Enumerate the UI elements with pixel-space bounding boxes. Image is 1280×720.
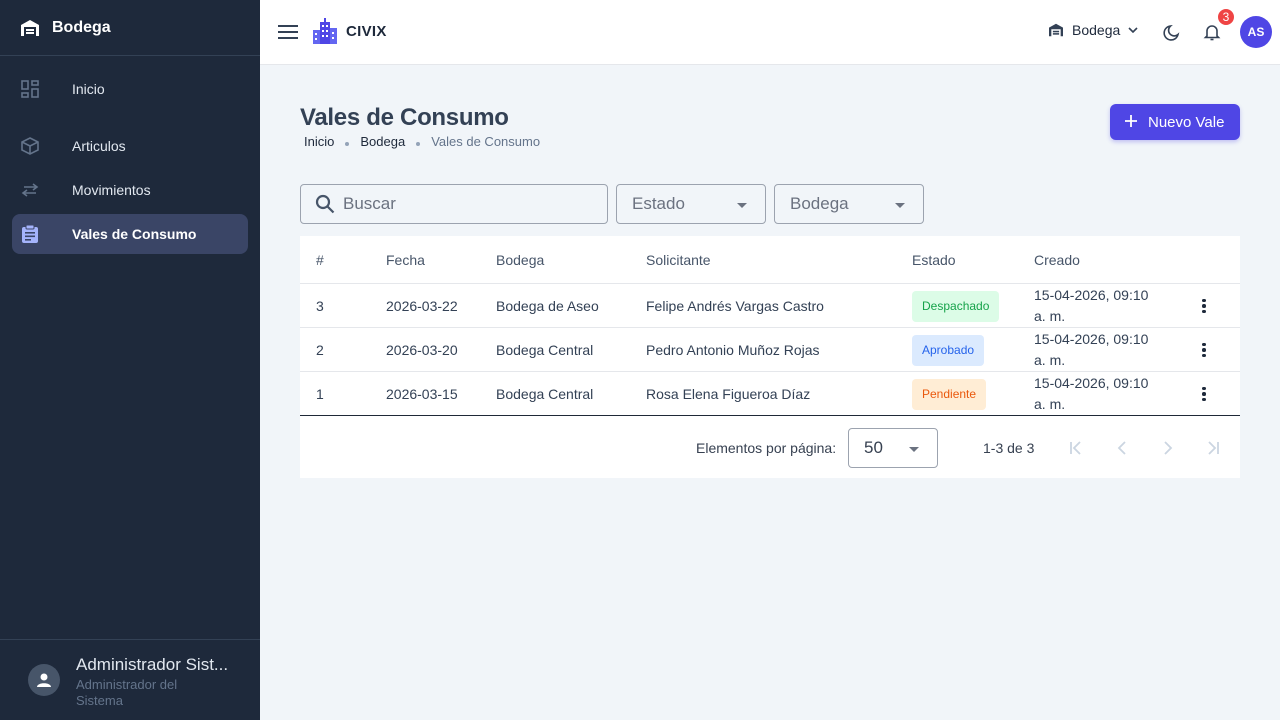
search-field[interactable] [300,184,608,224]
new-vale-button[interactable]: Nuevo Vale [1110,104,1240,140]
cell-creado: 15-04-2026, 09:10 a. m. [1034,331,1149,368]
next-page-icon[interactable] [1158,438,1178,458]
sidebar-item-label: Articulos [72,138,126,154]
paginator: Elementos por página: 50 1-3 de 3 [300,416,1240,478]
context-label: Bodega [1072,22,1121,38]
sidebar-item-articulos[interactable]: Articulos [12,126,248,166]
breadcrumb: Inicio Bodega Vales de Consumo [304,134,540,149]
dropdown-arrow-icon [737,203,747,208]
warehouse-icon [1048,23,1064,37]
warehouse-icon [20,19,40,37]
vales-table: # Fecha Bodega Solicitante Estado Creado… [300,236,1240,478]
cell-fecha: 2026-03-22 [386,297,458,314]
more-vert-icon[interactable] [1198,296,1210,316]
cell-estado: Pendiente [912,372,987,416]
cell-solicitante: Pedro Antonio Muñoz Rojas [646,341,820,358]
estado-select[interactable]: Estado [616,184,766,224]
column-header-fecha[interactable]: Fecha [386,236,425,284]
cell-creado: 15-04-2026, 09:10 a. m. [1034,287,1149,324]
sidebar: Bodega Inicio Articulos Movimientos Vale… [0,0,260,720]
column-header-bodega[interactable]: Bodega [496,236,544,284]
topbar: CIVIX Bodega 3 AS [260,0,1280,65]
page-size-value: 50 [864,438,883,457]
app-logo[interactable]: CIVIX [312,18,387,44]
new-vale-label: Nuevo Vale [1148,113,1225,131]
search-icon [315,194,335,214]
breadcrumb-item-bodega[interactable]: Bodega [360,134,405,149]
building-icon [312,18,338,44]
brand-name: CIVIX [346,22,387,40]
sidebar-item-movimientos[interactable]: Movimientos [12,170,248,210]
cell-solicitante: Rosa Elena Figueroa Díaz [646,385,811,402]
cell-estado: Aprobado [912,328,985,372]
previous-page-icon[interactable] [1112,438,1132,458]
more-vert-icon[interactable] [1198,340,1210,360]
swap-icon [20,181,40,199]
column-header-id[interactable]: # [316,236,324,284]
page-range: 1-3 de 3 [983,440,1035,456]
user-avatar-button[interactable]: AS [1240,16,1272,48]
breadcrumb-separator [345,141,350,146]
cell-id: 3 [316,297,324,314]
moon-icon [1162,22,1182,42]
column-header-solicitante[interactable]: Solicitante [646,236,711,284]
page-title: Vales de Consumo [300,104,509,131]
cell-id: 2 [316,341,324,358]
table-row[interactable]: 3 2026-03-22 Bodega de Aseo Felipe André… [300,284,1240,328]
sidebar-item-label: Vales de Consumo [72,226,197,242]
cell-bodega: Bodega de Aseo [496,297,599,314]
plus-icon [1124,113,1138,131]
user-avatar [28,664,60,696]
clipboard-icon [20,225,40,243]
sidebar-item-label: Inicio [72,81,105,97]
bodega-select[interactable]: Bodega [774,184,924,224]
page-size-select[interactable]: 50 [848,428,938,468]
user-name: Administrador Sist... [76,655,229,674]
cell-bodega: Bodega Central [496,385,594,402]
person-icon [36,672,52,688]
breadcrumb-item-inicio[interactable]: Inicio [304,134,334,149]
notification-badge: 3 [1216,7,1236,27]
table-row[interactable]: 2 2026-03-20 Bodega Central Pedro Antoni… [300,328,1240,372]
cell-bodega: Bodega Central [496,341,594,358]
sidebar-user[interactable]: Administrador Sist... Administrador del … [0,639,260,720]
breadcrumb-item-current: Vales de Consumo [431,134,541,149]
column-header-estado[interactable]: Estado [912,236,956,284]
dropdown-arrow-icon [895,203,905,208]
sidebar-nav: Inicio Articulos Movimientos Vales de Co… [0,56,260,254]
sidebar-item-inicio[interactable]: Inicio [12,69,248,109]
user-role: Administrador del Sistema [76,677,178,708]
bodega-context-select[interactable]: Bodega [1048,22,1138,38]
column-header-creado[interactable]: Creado [1034,236,1080,284]
chevron-down-icon [1128,27,1138,33]
page-size-label: Elementos por página: [696,440,837,456]
cell-creado: 15-04-2026, 09:10 a. m. [1034,375,1149,412]
status-badge: Aprobado [912,334,985,366]
last-page-icon[interactable] [1203,438,1223,458]
cell-estado: Despachado [912,284,1000,328]
sidebar-item-vales-de-consumo[interactable]: Vales de Consumo [12,214,248,254]
cell-fecha: 2026-03-15 [386,385,458,402]
dashboard-icon [20,80,40,98]
sidebar-item-label: Movimientos [72,182,151,198]
sidebar-title: Bodega [52,18,111,36]
cell-solicitante: Felipe Andrés Vargas Castro [646,297,824,314]
table-row[interactable]: 1 2026-03-15 Bodega Central Rosa Elena F… [300,372,1240,416]
menu-icon[interactable] [276,20,300,44]
sidebar-header: Bodega [0,0,260,56]
estado-placeholder: Estado [632,194,685,213]
cell-fecha: 2026-03-20 [386,341,458,358]
cell-id: 1 [316,385,324,402]
bodega-placeholder: Bodega [790,194,849,213]
dark-mode-toggle[interactable] [1162,22,1182,42]
status-badge: Pendiente [912,378,987,410]
status-badge: Despachado [912,290,1000,322]
search-input[interactable] [343,194,583,214]
first-page-icon[interactable] [1066,438,1086,458]
dropdown-arrow-icon [909,447,919,452]
box-icon [20,137,40,155]
breadcrumb-separator [416,141,421,146]
more-vert-icon[interactable] [1198,384,1210,404]
